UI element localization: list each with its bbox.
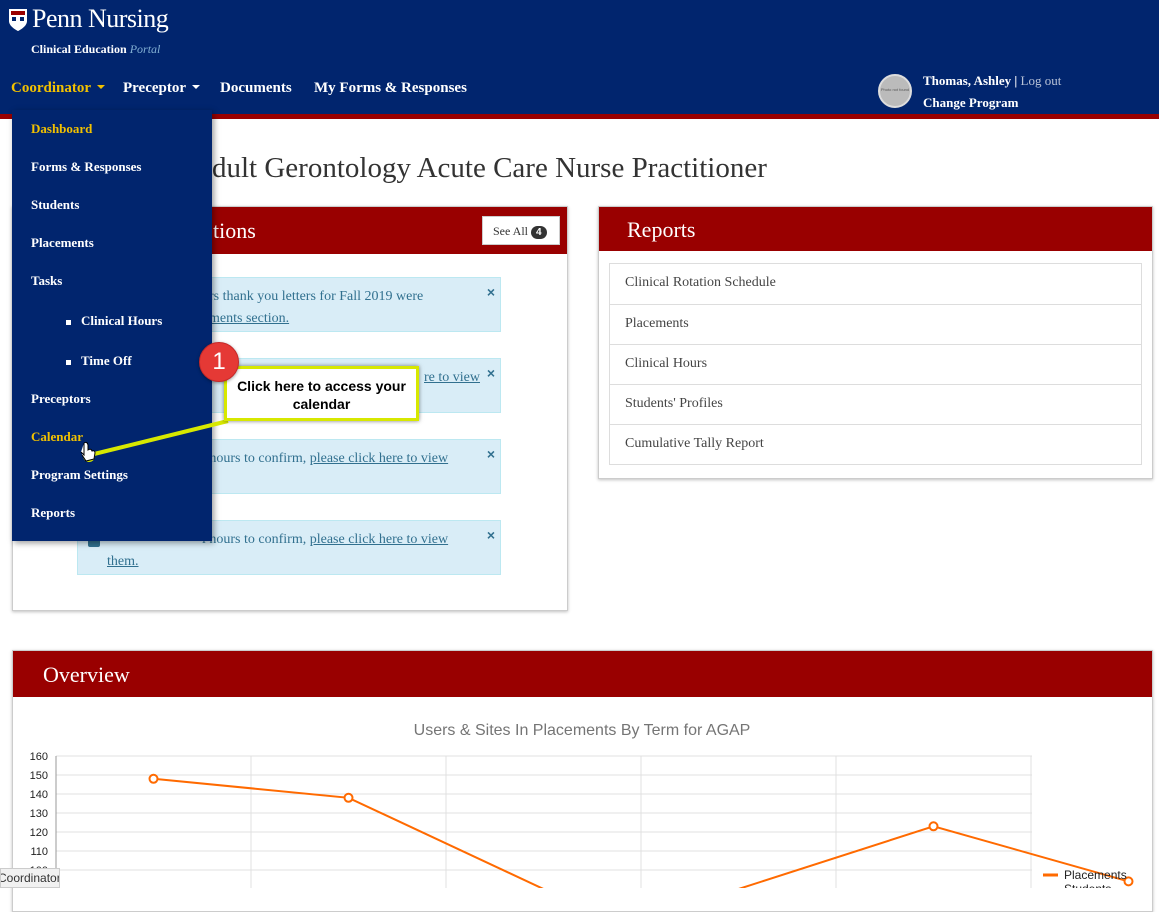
y-tick-label: 160 xyxy=(30,751,48,763)
report-link[interactable]: Clinical Rotation Schedule xyxy=(610,264,1141,304)
legend-label: Students xyxy=(1064,882,1111,888)
reports-list: Clinical Rotation Schedule Placements Cl… xyxy=(609,263,1142,465)
logo-subtitle: Clinical Education Portal xyxy=(31,42,160,57)
user-separator: | xyxy=(1014,73,1018,88)
caret-down-icon xyxy=(192,85,201,89)
dropdown-item-calendar[interactable]: Calendar xyxy=(31,429,83,445)
nav-coordinator-label: Coordinator xyxy=(11,80,91,96)
y-tick-label: 110 xyxy=(30,846,48,858)
dropdown-item-placements[interactable]: Placements xyxy=(31,235,94,251)
chart-grid xyxy=(55,755,1032,888)
reports-panel: Reports Clinical Rotation Schedule Place… xyxy=(598,206,1153,479)
alert-link[interactable]: please click here to view xyxy=(310,532,448,547)
dropdown-item-forms-responses[interactable]: Forms & Responses xyxy=(31,159,142,175)
logout-link[interactable]: Log out xyxy=(1021,73,1062,88)
logo-subtitle-main: Clinical Education xyxy=(31,42,127,56)
chart-title: Users & Sites In Placements By Term for … xyxy=(414,722,751,739)
nav-preceptor-label: Preceptor xyxy=(123,80,187,96)
chart-legend: PlacementsStudents xyxy=(1043,868,1127,888)
notifications-title: tions xyxy=(213,218,256,243)
dropdown-item-students[interactable]: Students xyxy=(31,197,79,213)
coordinator-dropdown-menu: Dashboard Forms & Responses Students Placem… xyxy=(12,110,212,541)
data-point[interactable] xyxy=(928,821,939,832)
nav-coordinator[interactable]: Coordinator xyxy=(11,80,105,97)
report-link[interactable]: Clinical Hours xyxy=(610,344,1141,384)
alert-text: l hours to confirm, please click here to… xyxy=(202,448,492,470)
alert-link[interactable]: uments section. xyxy=(202,311,289,326)
overview-header: Overview xyxy=(13,651,1152,697)
dropdown-item-clinical-hours[interactable]: Clinical Hours xyxy=(81,313,162,329)
close-icon[interactable]: × xyxy=(487,446,495,462)
alert-text: l hours to confirm, please click here to… xyxy=(202,529,492,551)
y-tick-label: 130 xyxy=(30,808,48,820)
callout-number-badge: 1 xyxy=(199,342,239,382)
y-tick-label: 140 xyxy=(30,789,48,801)
see-all-label: See All xyxy=(493,224,528,238)
alert-link[interactable]: them. xyxy=(107,554,139,569)
user-info: Thomas, Ashley | Log out xyxy=(923,73,1061,89)
user-avatar: Photo not found xyxy=(878,74,912,108)
alert-text: re to view xyxy=(424,367,494,389)
close-icon[interactable]: × xyxy=(487,365,495,381)
bullet-icon xyxy=(66,320,71,325)
placements-line-chart: Users & Sites In Placements By Term for … xyxy=(30,722,1134,888)
alert-link[interactable]: re to view xyxy=(424,370,480,385)
data-point[interactable] xyxy=(148,773,159,784)
status-bar-url: Coordinator xyxy=(0,868,60,888)
dropdown-item-reports[interactable]: Reports xyxy=(31,505,75,521)
see-all-button[interactable]: See All 4 xyxy=(482,216,560,245)
bullet-icon xyxy=(66,360,71,365)
dropdown-item-tasks[interactable]: Tasks xyxy=(31,273,62,289)
top-header: Penn Nursing Clinical Education Portal C… xyxy=(0,0,1159,114)
nav-preceptor[interactable]: Preceptor xyxy=(123,80,201,97)
close-icon[interactable]: × xyxy=(487,527,495,543)
user-name: Thomas, Ashley xyxy=(923,73,1012,88)
caret-down-icon xyxy=(97,85,105,89)
nav-my-forms[interactable]: My Forms & Responses xyxy=(314,80,467,97)
page-title: dult Gerontology Acute Care Nurse Practi… xyxy=(212,152,767,184)
alert-text-line1: l hours to confirm, xyxy=(202,532,310,547)
notification-count-badge: 4 xyxy=(531,226,547,239)
legend-label: Placements xyxy=(1064,868,1127,882)
y-tick-label: 120 xyxy=(30,827,48,839)
dropdown-item-preceptors[interactable]: Preceptors xyxy=(31,391,91,407)
y-tick-label: 150 xyxy=(30,770,48,782)
dropdown-item-dashboard[interactable]: Dashboard xyxy=(31,121,92,137)
change-program-link[interactable]: Change Program xyxy=(923,95,1018,111)
alert-text: urs thank you letters for Fall 2019 were… xyxy=(202,286,492,330)
callout-box: Click here to access your calendar xyxy=(224,366,419,421)
chart-y-axis: 160150140130120110100 xyxy=(30,751,48,877)
logo-text[interactable]: Penn Nursing xyxy=(32,4,169,34)
alert-text-line1: l hours to confirm, xyxy=(202,451,310,466)
reports-header: Reports xyxy=(599,207,1152,251)
dropdown-item-time-off[interactable]: Time Off xyxy=(81,353,132,369)
report-link[interactable]: Students' Profiles xyxy=(610,384,1141,424)
logo-subtitle-accent: Portal xyxy=(129,42,161,56)
alert-link[interactable]: please click here to view xyxy=(310,451,448,466)
close-icon[interactable]: × xyxy=(487,284,495,300)
alert-text-line2: them. xyxy=(107,551,397,573)
penn-shield-icon xyxy=(9,9,27,31)
reports-title: Reports xyxy=(627,217,696,242)
overview-title: Overview xyxy=(43,662,130,687)
alert-text-line1: urs thank you letters for Fall 2019 were xyxy=(202,289,424,304)
data-point[interactable] xyxy=(343,792,354,803)
dropdown-item-program-settings[interactable]: Program Settings xyxy=(31,467,128,483)
report-link[interactable]: Cumulative Tally Report xyxy=(610,424,1141,464)
nav-documents[interactable]: Documents xyxy=(220,80,292,97)
report-link[interactable]: Placements xyxy=(610,304,1141,344)
